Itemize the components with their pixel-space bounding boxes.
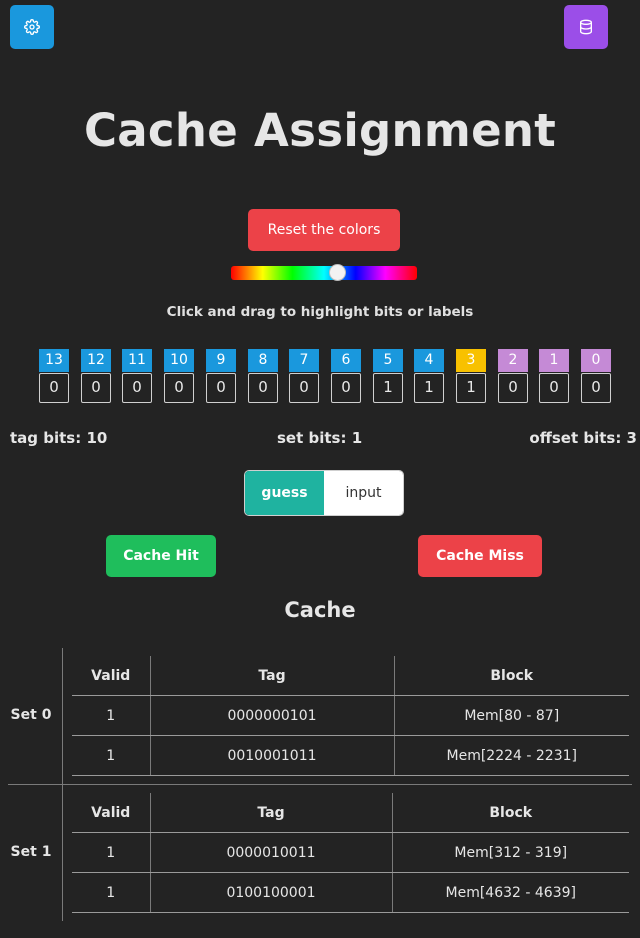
address-bits-row: 13 0 12 0 11 0 10 0 9 0 8 0 7 0 6 0 5 1 4 1 3 1 2 0 1 0 0 0 xyxy=(0,349,640,403)
hue-slider-thumb[interactable] xyxy=(329,264,346,281)
block-column-header: Block xyxy=(392,793,629,833)
database-icon xyxy=(580,19,592,35)
cache-set-0: Set 0 Valid Tag Block 1 0000000101 Mem[8… xyxy=(0,648,640,784)
bit-index-label[interactable]: 12 xyxy=(81,349,111,372)
guess-toggle-option[interactable]: guess xyxy=(245,471,324,515)
bit-index-label[interactable]: 0 xyxy=(581,349,611,372)
cache-miss-button[interactable]: Cache Miss xyxy=(418,535,542,577)
set-divider-vertical xyxy=(62,648,63,784)
bit-index-label[interactable]: 10 xyxy=(164,349,194,372)
bit-index-label[interactable]: 1 xyxy=(539,349,569,372)
bit-index-label[interactable]: 7 xyxy=(289,349,319,372)
settings-button[interactable] xyxy=(10,5,54,49)
block-cell: Mem[80 - 87] xyxy=(394,695,629,736)
gear-icon xyxy=(24,19,40,35)
page-title: Cache Assignment xyxy=(83,104,557,157)
bit-cell[interactable]: 70 xyxy=(289,349,319,403)
block-column-header: Block xyxy=(394,656,629,696)
bit-value[interactable]: 1 xyxy=(456,373,486,403)
table-row: 1 0100100001 Mem[4632 - 4639] xyxy=(72,872,629,913)
tag-bits-count: tag bits: 10 xyxy=(10,429,108,447)
cache-table: Set 0 Valid Tag Block 1 0000000101 Mem[8… xyxy=(0,648,640,921)
table-row: 1 0000010011 Mem[312 - 319] xyxy=(72,832,629,873)
bit-value[interactable]: 0 xyxy=(289,373,319,403)
tag-cell: 0100100001 xyxy=(150,872,393,913)
hue-slider[interactable] xyxy=(231,264,417,281)
cache-set-1: Set 1 Valid Tag Block 1 0000010011 Mem[3… xyxy=(0,785,640,921)
cache-hit-button[interactable]: Cache Hit xyxy=(106,535,216,577)
bit-value[interactable]: 0 xyxy=(164,373,194,403)
set-0-table: Valid Tag Block 1 0000000101 Mem[80 - 87… xyxy=(72,656,629,776)
tag-column-header: Tag xyxy=(150,793,393,833)
set-1-table: Valid Tag Block 1 0000010011 Mem[312 - 3… xyxy=(72,793,629,913)
block-cell: Mem[312 - 319] xyxy=(392,832,629,873)
bit-value[interactable]: 0 xyxy=(248,373,278,403)
bit-value[interactable]: 0 xyxy=(498,373,528,403)
bit-value[interactable]: 0 xyxy=(581,373,611,403)
valid-cell: 1 xyxy=(72,695,151,736)
bit-index-label[interactable]: 3 xyxy=(456,349,486,372)
valid-column-header: Valid xyxy=(72,793,151,833)
bit-cell[interactable]: 11 0 xyxy=(122,349,152,403)
bit-cell[interactable]: 51 xyxy=(373,349,403,403)
bit-value[interactable]: 0 xyxy=(331,373,361,403)
block-cell: Mem[4632 - 4639] xyxy=(392,872,629,913)
table-row: 1 0000000101 Mem[80 - 87] xyxy=(72,695,629,736)
valid-column-header: Valid xyxy=(72,656,151,696)
set-divider-vertical xyxy=(62,785,63,921)
bit-cell[interactable]: 31 xyxy=(456,349,486,403)
bit-index-label[interactable]: 13 xyxy=(39,349,69,372)
bit-value[interactable]: 0 xyxy=(39,373,69,403)
bit-cell[interactable]: 13 0 xyxy=(39,349,69,403)
bit-index-label[interactable]: 2 xyxy=(498,349,528,372)
bit-cell[interactable]: 10 xyxy=(539,349,569,403)
reset-colors-button[interactable]: Reset the colors xyxy=(248,209,400,251)
bit-index-label[interactable]: 9 xyxy=(206,349,236,372)
bit-value[interactable]: 0 xyxy=(206,373,236,403)
bit-index-label[interactable]: 6 xyxy=(331,349,361,372)
tag-column-header: Tag xyxy=(150,656,395,696)
valid-cell: 1 xyxy=(72,735,151,776)
bit-cell[interactable]: 12 0 xyxy=(81,349,111,403)
bit-cell[interactable]: 80 xyxy=(248,349,278,403)
database-button[interactable] xyxy=(564,5,608,49)
bit-cell[interactable]: 90 xyxy=(206,349,236,403)
mode-toggle: guess input xyxy=(244,470,404,516)
bit-cell[interactable]: 41 xyxy=(414,349,444,403)
bit-index-label[interactable]: 8 xyxy=(248,349,278,372)
bit-value[interactable]: 0 xyxy=(539,373,569,403)
bit-index-label[interactable]: 11 xyxy=(122,349,152,372)
valid-cell: 1 xyxy=(72,832,151,873)
bit-index-label[interactable]: 5 xyxy=(373,349,403,372)
bit-cell[interactable]: 00 xyxy=(581,349,611,403)
table-row: 1 0010001011 Mem[2224 - 2231] xyxy=(72,735,629,776)
tag-cell: 0010001011 xyxy=(150,735,395,776)
input-toggle-option[interactable]: input xyxy=(324,471,403,515)
bit-cell[interactable]: 10 0 xyxy=(164,349,194,403)
bit-value[interactable]: 0 xyxy=(122,373,152,403)
bit-cell[interactable]: 20 xyxy=(498,349,528,403)
bit-value[interactable]: 1 xyxy=(373,373,403,403)
bit-value[interactable]: 0 xyxy=(81,373,111,403)
cache-title: Cache xyxy=(284,598,356,622)
valid-cell: 1 xyxy=(72,872,151,913)
set-label: Set 0 xyxy=(10,707,52,723)
instruction-text: Click and drag to highlight bits or labe… xyxy=(166,304,474,320)
set-bits-count: set bits: 1 xyxy=(277,429,363,447)
tag-cell: 0000000101 xyxy=(150,695,395,736)
offset-bits-count: offset bits: 3 xyxy=(529,429,637,447)
bit-index-label[interactable]: 4 xyxy=(414,349,444,372)
bit-cell[interactable]: 60 xyxy=(331,349,361,403)
block-cell: Mem[2224 - 2231] xyxy=(394,735,629,776)
set-label: Set 1 xyxy=(10,844,52,860)
tag-cell: 0000010011 xyxy=(150,832,393,873)
bit-value[interactable]: 1 xyxy=(414,373,444,403)
